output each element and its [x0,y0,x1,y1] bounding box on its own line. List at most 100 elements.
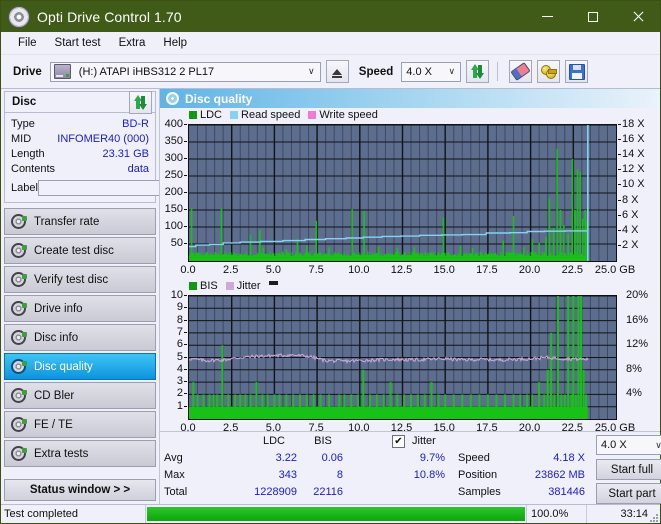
stats-header-bis: BIS [314,435,332,447]
check-icon: ✔ [394,435,403,447]
refresh-icon [133,94,148,110]
menu-start-test[interactable]: Start test [46,35,110,51]
jitter-checkbox[interactable]: ✔ [392,435,405,448]
x-tick-label: 17.5 [476,264,498,276]
menu-extra[interactable]: Extra [110,35,155,51]
y-tick-mark [184,192,187,193]
maximize-icon [587,11,598,22]
y-tick-label: 1 [176,399,183,412]
y2-tick-label: 8 X [622,193,639,206]
elapsed-time-value: 33:14 [620,508,648,520]
menu-help[interactable]: Help [154,35,196,51]
legend-bis: BIS [189,280,218,292]
sidebar-item-label: Extra tests [34,447,89,460]
resize-grip[interactable] [648,512,658,522]
eject-button[interactable] [325,60,349,83]
y-tick-mark [184,141,187,142]
y-tick-mark [184,175,187,176]
legend-marker-icon [268,281,278,285]
samples-stat-value: 381446 [548,486,585,498]
progress-percent: 100.0% [527,505,587,523]
app-title: Opti Drive Control 1.70 [37,8,182,25]
test-speed-select[interactable]: 4.0 X ∨ [596,435,661,455]
save-button[interactable] [565,60,589,83]
sidebar-item-fe-te[interactable]: FE / TE [4,411,156,438]
disc-contents-value: data [127,162,149,175]
body: Disc Type BD-R MID INFOMER40 (000) Lengt… [1,89,661,504]
y2-tick-mark [618,139,621,141]
y2-tick-label: 20% [626,289,649,301]
sidebar-item-drive-info[interactable]: Drive info [4,295,156,322]
stats-jitter-max: 10.8% [413,469,445,481]
drive-icon [53,64,71,79]
stats-bis-total: 22116 [313,486,343,498]
y-tick-mark [184,381,187,383]
disc-info-rows: Type BD-R MID INFOMER40 (000) Length 23.… [5,113,208,202]
key-icon [540,65,557,79]
y-tick-label: 350 [164,135,183,147]
sidebar: Disc Type BD-R MID INFOMER40 (000) Lengt… [1,89,208,504]
speed-select[interactable]: 4.0 X ∨ [401,61,462,82]
position-stat-label: Position [458,469,498,481]
y2-tick-label: 6 X [622,208,639,221]
start-full-button[interactable]: Start full [596,459,661,480]
status-bar: Test completed 100.0% 33:14 [1,504,660,523]
start-part-button[interactable]: Start part [596,483,661,504]
close-button[interactable] [615,1,660,32]
chevron-down-icon: ∨ [448,66,456,76]
x-tick-label: 20.0 [518,264,541,276]
legend-label-bis: BIS [200,280,218,292]
page-title: Disc quality [185,91,253,106]
chevron-down-icon: ∨ [655,439,661,450]
disc-test-icon [11,214,27,229]
sidebar-item-extra-tests[interactable]: Extra tests [4,440,156,467]
sidebar-item-label: Create test disc [34,244,114,257]
y2-tick-label: 2 X [622,238,639,251]
sidebar-item-cd-bler[interactable]: CD Bler [4,382,156,409]
y-tick-mark [184,307,187,309]
sidebar-item-disc-quality[interactable]: Disc quality [4,353,156,380]
legend-swatch-bis [189,282,197,290]
y-tick-label: 8 [176,313,183,326]
y-tick-label: 300 [164,152,183,164]
x-tick-label: 5.0 [265,264,282,276]
disc-mid-label: MID [11,132,32,145]
menu-bar: File Start test Extra Help [1,32,660,55]
y-tick-mark [184,331,187,333]
disc-mid-value: INFOMER40 (000) [57,132,149,145]
progress-bar-fill [147,507,525,521]
y2-tick-mark [618,169,621,171]
disc-row-length: Length 23.31 GB [11,146,149,161]
disc-panel: Disc Type BD-R MID INFOMER40 (000) Lengt… [4,90,208,203]
legend-label-jitter: Jitter [236,280,261,292]
disc-refresh-button[interactable] [129,90,152,114]
title-bar: Opti Drive Control 1.70 [1,1,660,32]
sidebar-item-create-test-disc[interactable]: Create test disc [4,237,156,264]
eraser-icon [510,62,531,81]
sidebar-item-disc-info[interactable]: Disc info [4,324,156,351]
y-tick-label: 150 [164,203,183,215]
legend-label-write-speed: Write speed [319,109,378,121]
key-button[interactable] [537,60,561,83]
ldc-y-axis: 400 350 300 250 200 150 100 50 [160,118,187,262]
stats-ldc-max: 343 [278,469,297,481]
sidebar-item-verify-test-disc[interactable]: Verify test disc [4,266,156,293]
erase-button[interactable] [509,60,533,83]
minimize-button[interactable] [525,1,570,32]
menu-file[interactable]: File [9,35,46,51]
x-tick-label: 7.5 [308,264,324,276]
disc-type-value: BD-R [122,117,149,130]
refresh-button[interactable] [466,60,490,83]
drive-select[interactable]: (H:) ATAPI iHBS312 2 PL17 ∨ [49,61,321,82]
status-window-button[interactable]: Status window > > [4,479,156,501]
speed-stat-value: 4.18 X [553,452,585,464]
sidebar-item-label: CD Bler [34,389,75,402]
x-tick-label: 2.5 [223,264,239,276]
maximize-button[interactable] [570,1,615,32]
sidebar-item-transfer-rate[interactable]: Transfer rate [4,208,156,235]
stats-ldc-total: 1228909 [254,486,297,498]
disc-test-icon [11,359,27,374]
disc-label-label: Label [11,182,38,194]
sidebar-nav: Transfer rate Create test disc Verify te… [4,208,156,467]
ldc-plot-area [188,124,617,262]
